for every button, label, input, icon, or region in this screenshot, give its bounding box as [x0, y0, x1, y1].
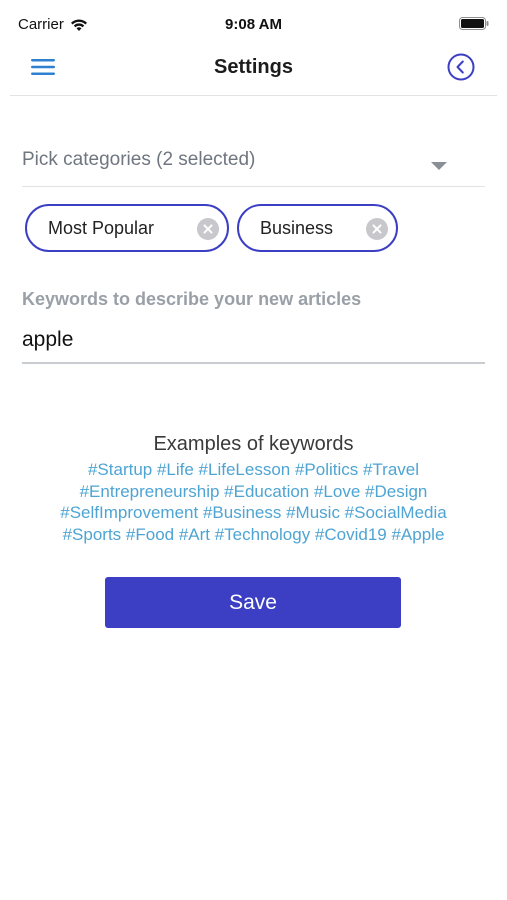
- page-title: Settings: [214, 56, 293, 78]
- keywords-label: Keywords to describe your new articles: [22, 289, 362, 309]
- category-picker[interactable]: Pick categories (2 selected): [22, 140, 485, 187]
- example-keywords-line: #SelfImprovement #Business #Music #Socia…: [60, 503, 447, 522]
- header-divider: [10, 95, 497, 96]
- clear-chip-icon[interactable]: [366, 218, 388, 240]
- examples-title: Examples of keywords: [153, 433, 354, 455]
- example-keywords-line: #Startup #Life #LifeLesson #Politics #Tr…: [87, 460, 420, 479]
- chip-label: Most Popular: [48, 217, 155, 238]
- back-circle-icon[interactable]: [447, 53, 475, 81]
- example-keywords-line: #Sports #Food #Art #Technology #Covid19 …: [62, 524, 445, 544]
- example-keywords-line: #Entrepreneurship #Education #Love #Desi…: [79, 481, 428, 501]
- category-chip-business: Business: [237, 204, 398, 252]
- status-bar: Carrier 9:08 AM: [0, 0, 507, 48]
- example-keywords: #Startup #Life #LifeLesson #Politics #Tr…: [20, 459, 487, 545]
- category-picker-label: Pick categories (2 selected): [22, 149, 256, 170]
- save-button[interactable]: Save: [105, 577, 401, 628]
- chevron-down-icon: [431, 162, 447, 170]
- status-time: 9:08 AM: [225, 16, 282, 33]
- chip-label: Business: [260, 217, 334, 238]
- keywords-input[interactable]: [22, 318, 485, 364]
- clear-chip-icon[interactable]: [197, 218, 219, 240]
- battery-icon: [459, 17, 489, 30]
- category-chip-most-popular: Most Popular: [25, 204, 229, 252]
